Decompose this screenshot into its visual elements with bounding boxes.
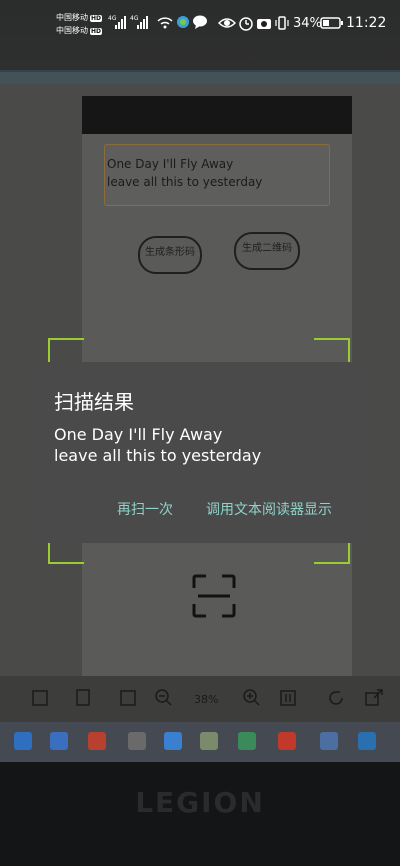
zoom-level: 38%	[194, 693, 219, 706]
photographed-toolbar: 38%	[0, 676, 400, 722]
photographed-qrcode-button: 生成二维码	[234, 232, 300, 270]
vibrate-icon	[275, 16, 289, 30]
zoom-in-icon	[243, 689, 260, 706]
window-icon	[320, 732, 338, 750]
fit-icon	[32, 690, 48, 706]
signal-icon	[115, 16, 126, 29]
clock: 11:22	[346, 15, 387, 31]
page-icon	[76, 689, 90, 706]
rescan-button[interactable]: 再扫一次	[117, 499, 173, 519]
photographed-status-bar	[82, 96, 352, 134]
captured-text-line-1: One Day I'll Fly Away	[107, 157, 234, 171]
app-icon-2	[358, 732, 376, 750]
app-icon	[128, 732, 146, 750]
open-text-reader-button[interactable]: 调用文本阅读器显示	[206, 499, 332, 519]
pause-icon	[280, 690, 296, 706]
photographed-text-field: One Day I'll Fly Away leave all this to …	[104, 144, 330, 206]
status-bar: 中国移动 HD 中国移动 HD 4G 4G 34% 11:22	[0, 0, 400, 48]
signal-icon-2	[137, 16, 148, 29]
vscode-icon	[50, 732, 68, 750]
feishu-icon	[164, 732, 182, 750]
carrier-2: 中国移动 HD	[56, 26, 103, 35]
hotspot-icon	[177, 16, 189, 28]
share-icon	[365, 689, 383, 706]
dialog-message: One Day I'll Fly Away leave all this to …	[54, 425, 262, 465]
rotate-icon	[329, 691, 343, 705]
alarm-icon	[239, 17, 253, 31]
picture-icon	[200, 732, 218, 750]
wps-icon	[278, 732, 296, 750]
search-app-icon	[88, 732, 106, 750]
chat-icon	[193, 15, 207, 29]
zoom-out-icon	[155, 689, 172, 706]
battery-percent: 34%	[293, 16, 322, 31]
photographed-barcode-button: 生成条形码	[138, 236, 202, 274]
dialog-title: 扫描结果	[54, 390, 134, 414]
battery-icon	[320, 17, 343, 29]
frame-icon	[120, 690, 136, 706]
photographed-taskbar	[0, 722, 400, 762]
monitor-window-bar	[0, 70, 400, 84]
carrier-1: 中国移动 HD	[56, 13, 103, 22]
scan-result-dialog: 扫描结果 One Day I'll Fly Away leave all thi…	[28, 362, 372, 543]
edge-icon	[14, 732, 32, 750]
legion-logo: LEGION	[135, 786, 265, 819]
captured-text-line-2: leave all this to yesterday	[107, 175, 263, 189]
eye-icon	[218, 18, 236, 28]
scan-icon[interactable]	[192, 574, 236, 618]
wifi-icon	[157, 17, 173, 29]
excel-icon	[238, 732, 256, 750]
camera-icon	[257, 19, 271, 29]
